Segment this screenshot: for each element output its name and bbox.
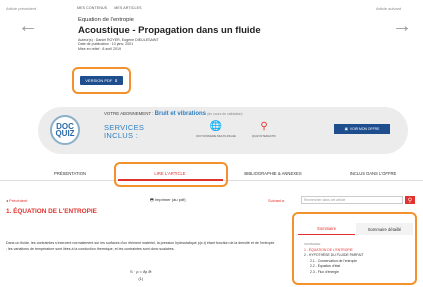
tab-summary[interactable]: Sommaire: [298, 223, 355, 235]
arrow-right-icon[interactable]: →: [392, 16, 412, 36]
breadcrumb-item[interactable]: MES CONTENUS: [77, 6, 107, 10]
article-subtitle: Equation de l'entropie: [78, 17, 134, 23]
next-section-link[interactable]: Suivant ▸: [268, 198, 284, 203]
update-date: Mise en relief : 8 avril 2019: [78, 46, 121, 51]
pdf-version-button[interactable]: VERSION PDF ⬇: [80, 76, 123, 85]
subscription-info: VOTRE ABONNEMENT : Bruit et vibrations (…: [104, 111, 243, 117]
quiz-icon: ⚲: [260, 121, 268, 132]
subscription-topic[interactable]: Bruit et vibrations: [155, 111, 206, 117]
search-icon[interactable]: ⚲: [405, 196, 415, 204]
equation-number: (1): [138, 276, 144, 281]
docquiz-logo: DOC QUIZ: [50, 115, 80, 145]
services-line: INCLUS :: [104, 131, 139, 140]
services-heading: SERVICES INCLUS :: [104, 124, 144, 140]
view-offer-label: VOIR MON OFFRE: [349, 127, 380, 131]
service-label: DICTIONNAIRE MULTILINGUE: [196, 134, 236, 138]
prev-article-link[interactable]: Article précédent: [6, 6, 36, 11]
tab-bibliography[interactable]: BIBLIOGRAPHIE & ANNEXES: [244, 171, 301, 176]
print-label: Imprimer (au pdf): [154, 197, 186, 202]
next-article-link[interactable]: Article suivant: [376, 6, 401, 11]
globe-icon: 🌐: [209, 121, 223, 132]
doc-icon: ▣: [344, 127, 348, 131]
arrow-left-icon[interactable]: ←: [18, 16, 38, 36]
subscription-note: (en cours de validation): [207, 112, 243, 116]
service-dictionary[interactable]: 🌐 DICTIONNAIRE MULTILINGUE: [196, 121, 236, 139]
section-title: 1. ÉQUATION DE L'ENTROPIE: [6, 208, 97, 215]
pdf-button-label: VERSION PDF: [85, 78, 113, 83]
equation: S · ρ = ∂ρ ∂t (1): [130, 268, 152, 282]
service-quiz[interactable]: ⚲ QUIZ INTERACTIF: [244, 121, 284, 139]
summary-item[interactable]: 2.3 - Flux d'énergie: [304, 270, 412, 276]
breadcrumb-item[interactable]: MES ARTICLES: [114, 6, 141, 10]
view-offer-button[interactable]: ▣ VOIR MON OFFRE: [334, 124, 390, 134]
breadcrumb: MES CONTENUS MES ARTICLES: [77, 6, 148, 10]
previous-section-link[interactable]: ◂ Précédent: [6, 198, 27, 203]
tab-included[interactable]: INCLUS DANS L'OFFRE: [350, 171, 397, 176]
download-icon: ⬇: [114, 78, 118, 83]
print-link[interactable]: 🖶 Imprimer (au pdf): [150, 197, 186, 204]
equation-line: S · ρ = ∂ρ ∂t: [130, 269, 152, 274]
subscription-prefix: VOTRE ABONNEMENT :: [104, 111, 155, 116]
article-meta: Auteur(s) : Daniel ROYER, Eugène DIEULES…: [78, 38, 159, 51]
tab-detailed-summary[interactable]: Sommaire détaillé: [356, 223, 413, 235]
section-body: Dans un fluide, les contraintes s'exerce…: [6, 241, 275, 251]
summary-tabs: Sommaire Sommaire détaillé: [298, 223, 413, 235]
tab-presentation[interactable]: PRÉSENTATION: [54, 171, 86, 176]
article-title: Acoustique - Propagation dans un fluide: [78, 25, 261, 36]
service-label: QUIZ INTERACTIF: [252, 134, 276, 138]
summary-list: SOMMAIRE 1 - ÉQUATION DE L'ENTROPIE 2 - …: [304, 242, 412, 275]
highlight-box: [114, 162, 228, 187]
search-input[interactable]: Rechercher dans cet article: [301, 196, 403, 204]
printer-icon: 🖶: [150, 197, 154, 202]
